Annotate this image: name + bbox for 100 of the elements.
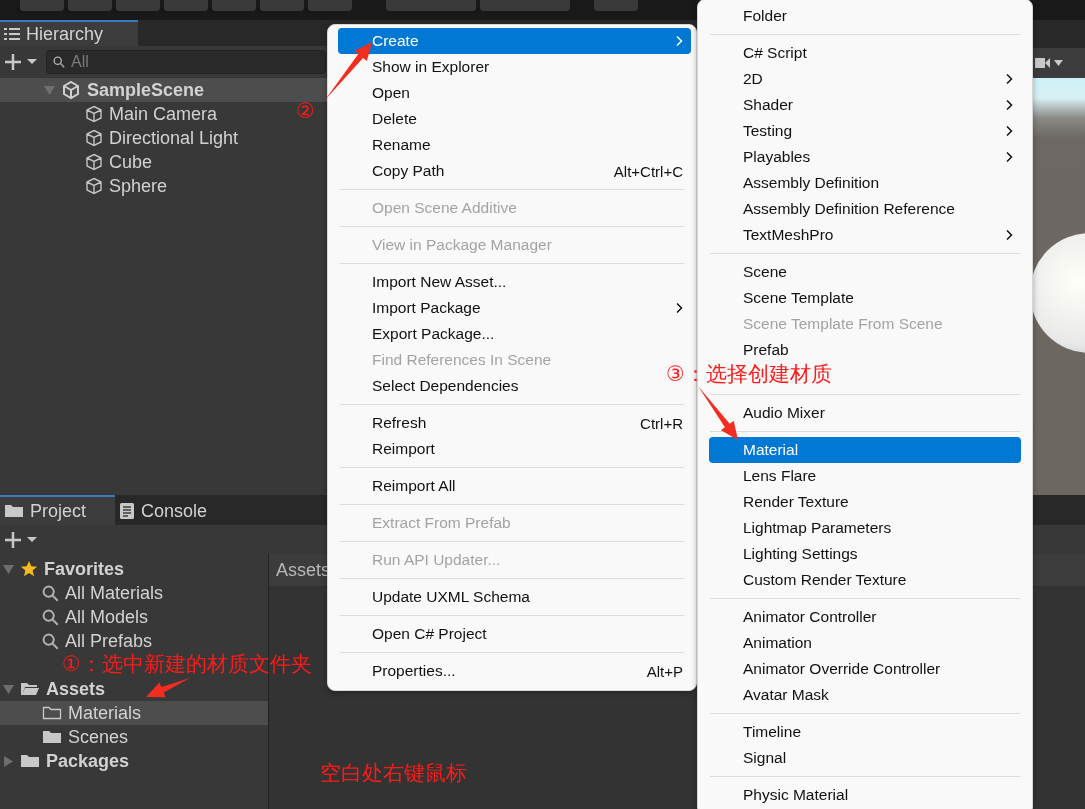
menu-item[interactable]: Animation bbox=[709, 630, 1021, 656]
menu-item[interactable]: Create bbox=[338, 28, 691, 54]
toolbar-button[interactable] bbox=[386, 0, 476, 11]
toolbar-button[interactable] bbox=[260, 0, 304, 11]
menu-item[interactable]: TextMeshPro bbox=[709, 222, 1021, 248]
menu-item[interactable]: Animator Controller bbox=[709, 604, 1021, 630]
hierarchy-item[interactable]: Main Camera bbox=[0, 102, 222, 126]
menu-item[interactable]: Reimport All bbox=[338, 473, 691, 499]
search-icon bbox=[42, 608, 59, 626]
folder-icon bbox=[4, 503, 24, 519]
list-icon bbox=[4, 27, 20, 41]
toolbar-button[interactable] bbox=[116, 0, 160, 11]
menu-item[interactable]: Timeline bbox=[709, 719, 1021, 745]
add-dropdown-icon[interactable] bbox=[4, 530, 40, 549]
menu-item[interactable]: Animator Override Controller bbox=[709, 656, 1021, 682]
menu-item[interactable]: Assembly Definition Reference bbox=[709, 196, 1021, 222]
chevron-right-icon bbox=[675, 35, 683, 47]
folder-icon bbox=[42, 729, 62, 745]
menu-item[interactable]: Update UXML Schema bbox=[338, 584, 691, 610]
tree-item[interactable]: Materials bbox=[0, 701, 268, 725]
cube-icon bbox=[85, 177, 103, 195]
menu-item[interactable]: Properties... Alt+P bbox=[338, 658, 691, 684]
scene-row[interactable]: SampleScene bbox=[0, 78, 330, 102]
menu-item[interactable]: Audio Mixer bbox=[709, 400, 1021, 426]
folder-icon bbox=[20, 681, 40, 697]
menu-item[interactable]: Open C# Project bbox=[338, 621, 691, 647]
menu-item[interactable]: Avatar Mask bbox=[709, 682, 1021, 708]
toolbar-button[interactable] bbox=[594, 0, 638, 11]
menu-item[interactable]: Export Package... bbox=[338, 321, 691, 347]
menu-item[interactable]: C# Script bbox=[709, 40, 1021, 66]
tree-item[interactable]: All Prefabs bbox=[0, 629, 157, 653]
tree-item[interactable]: All Materials bbox=[0, 581, 168, 605]
search-icon bbox=[42, 632, 59, 650]
folder-icon bbox=[42, 705, 62, 721]
toolbar-button[interactable] bbox=[308, 0, 352, 11]
hierarchy-item[interactable]: Sphere bbox=[0, 174, 172, 198]
toolbar-button[interactable] bbox=[480, 0, 570, 11]
menu-item[interactable]: Testing bbox=[709, 118, 1021, 144]
chevron-right-icon bbox=[1005, 151, 1013, 163]
menu-item[interactable]: Open bbox=[338, 80, 691, 106]
tree-item[interactable]: Scenes bbox=[0, 725, 268, 749]
annotation-arrow bbox=[146, 678, 190, 698]
expanded-caret-icon[interactable] bbox=[44, 84, 55, 96]
menu-item[interactable]: Copy Path Alt+Ctrl+C bbox=[338, 158, 691, 184]
chevron-right-icon bbox=[1005, 73, 1013, 85]
chevron-right-icon bbox=[675, 302, 683, 314]
menu-item[interactable]: Physic Material bbox=[709, 782, 1021, 808]
chevron-right-icon bbox=[1005, 125, 1013, 137]
menu-item[interactable]: Prefab bbox=[709, 337, 1021, 363]
menu-item[interactable]: Refresh Ctrl+R bbox=[338, 410, 691, 436]
collapsed-caret-icon[interactable] bbox=[3, 755, 14, 767]
tree-item[interactable]: Packages bbox=[0, 749, 268, 773]
cube-icon bbox=[85, 105, 103, 123]
menu-item[interactable]: Lightmap Parameters bbox=[709, 515, 1021, 541]
menu-item[interactable]: Scene bbox=[709, 259, 1021, 285]
menu-item[interactable]: Scene Template bbox=[709, 285, 1021, 311]
annotation-arrow bbox=[698, 386, 738, 440]
expanded-caret-icon[interactable] bbox=[3, 563, 14, 575]
add-dropdown-icon[interactable] bbox=[4, 53, 40, 71]
menu-item[interactable]: Material bbox=[709, 437, 1021, 463]
menu-item[interactable]: Reimport bbox=[338, 436, 691, 462]
menu-item[interactable]: Assembly Definition bbox=[709, 170, 1021, 196]
menu-item[interactable]: Lighting Settings bbox=[709, 541, 1021, 567]
toolbar-button[interactable] bbox=[164, 0, 208, 11]
panel-tab[interactable]: Console bbox=[115, 495, 230, 525]
menu-item[interactable]: Rename bbox=[338, 132, 691, 158]
folder-icon bbox=[20, 753, 40, 769]
menu-item[interactable]: Shader bbox=[709, 92, 1021, 118]
panel-tab[interactable]: Project bbox=[0, 495, 115, 525]
search-icon bbox=[53, 56, 65, 68]
annotation-text: ② bbox=[296, 99, 315, 123]
menu-item[interactable]: Show in Explorer bbox=[338, 54, 691, 80]
toolbar-button[interactable] bbox=[212, 0, 256, 11]
menu-item[interactable]: Signal bbox=[709, 745, 1021, 771]
menu-item[interactable]: Render Texture bbox=[709, 489, 1021, 515]
tree-item[interactable]: Favorites bbox=[0, 557, 268, 581]
tree-item[interactable]: All Models bbox=[0, 605, 153, 629]
cube-icon bbox=[85, 129, 103, 147]
hierarchy-item[interactable]: Cube bbox=[0, 150, 157, 174]
menu-item[interactable]: 2D bbox=[709, 66, 1021, 92]
expanded-caret-icon[interactable] bbox=[3, 683, 14, 695]
annotation-text: 空白处右键鼠标 bbox=[320, 760, 467, 787]
menu-item[interactable]: Import New Asset... bbox=[338, 269, 691, 295]
toolbar-button[interactable] bbox=[68, 0, 112, 11]
menu-item[interactable]: Playables bbox=[709, 144, 1021, 170]
menu-item[interactable]: Lens Flare bbox=[709, 463, 1021, 489]
camera-dropdown-icon[interactable] bbox=[1035, 56, 1065, 70]
menu-item[interactable]: Import Package bbox=[338, 295, 691, 321]
hierarchy-tab[interactable]: Hierarchy bbox=[0, 20, 138, 46]
menu-item[interactable]: Delete bbox=[338, 106, 691, 132]
hierarchy-item[interactable]: Directional Light bbox=[0, 126, 243, 150]
cube-icon bbox=[85, 153, 103, 171]
star-icon bbox=[20, 560, 38, 578]
menu-item[interactable]: Folder bbox=[709, 3, 1021, 29]
annotation-text: ③：选择创建材质 bbox=[666, 361, 832, 388]
toolbar-button[interactable] bbox=[20, 0, 64, 11]
chevron-right-icon bbox=[1005, 229, 1013, 241]
search-icon bbox=[42, 584, 59, 602]
menu-item[interactable]: Custom Render Texture bbox=[709, 567, 1021, 593]
tree-item[interactable]: Assets bbox=[0, 677, 268, 701]
